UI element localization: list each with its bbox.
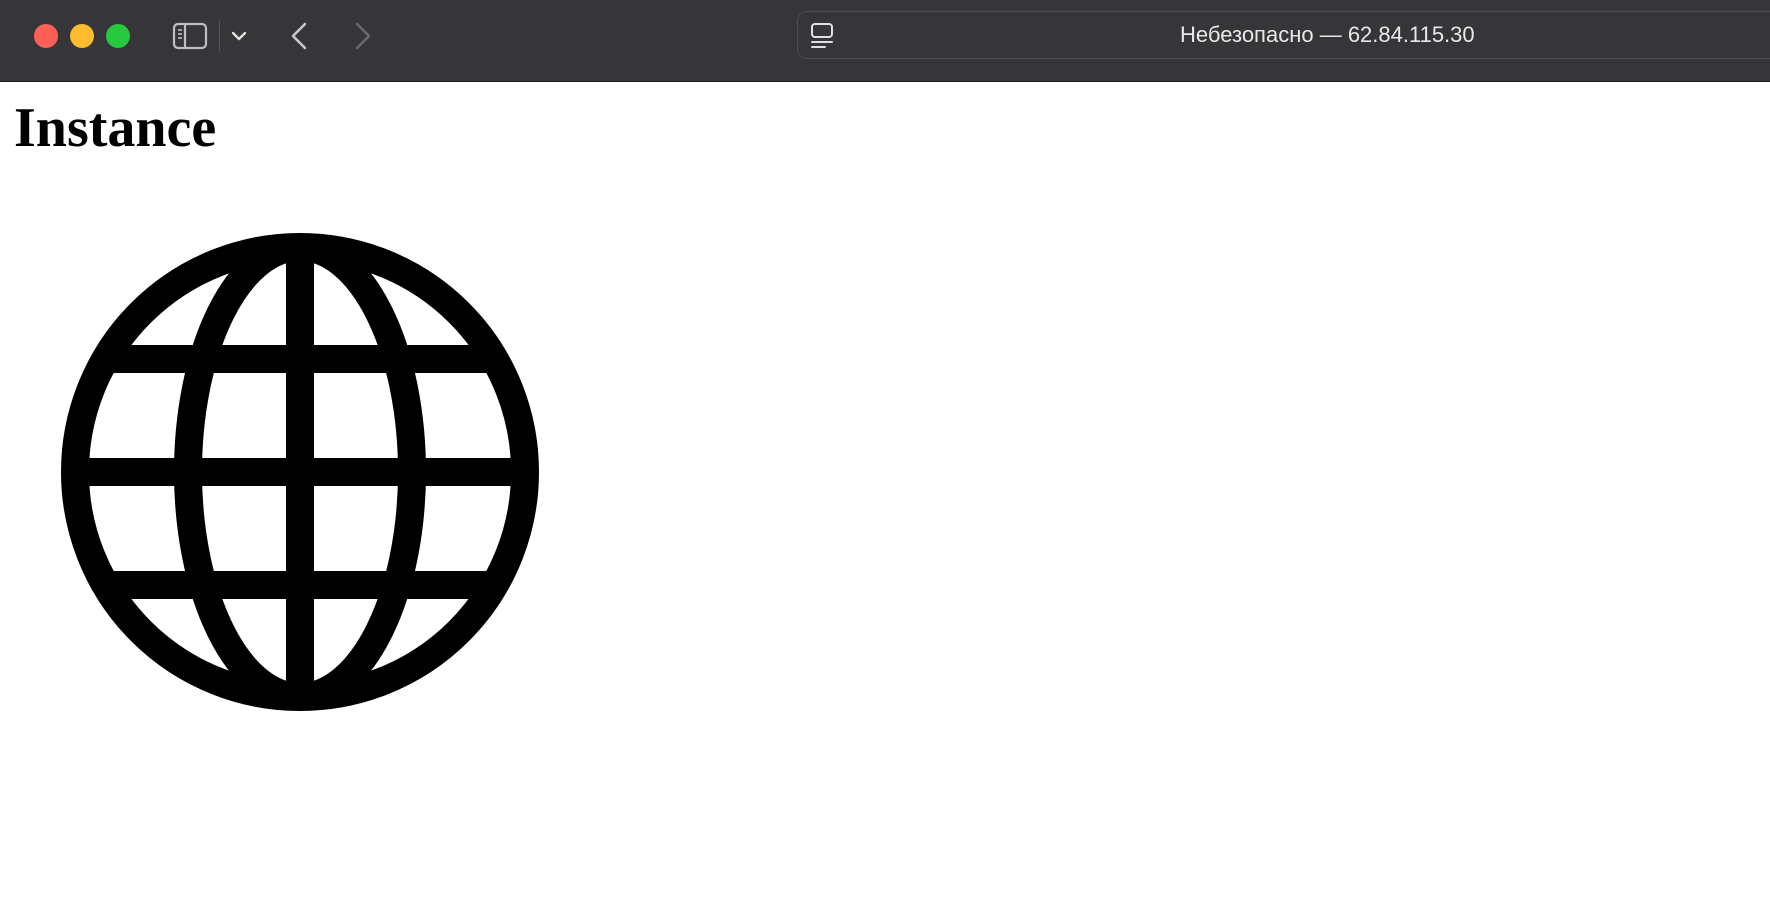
window-close-button[interactable] (34, 24, 58, 48)
window-zoom-button[interactable] (106, 24, 130, 48)
window-minimize-button[interactable] (70, 24, 94, 48)
address-bar[interactable]: Небезопасно — 62.84.115.30 (797, 11, 1770, 59)
page-title: Instance (14, 97, 217, 159)
globe-icon (61, 233, 539, 711)
toolbar-divider (219, 20, 220, 52)
forward-button[interactable] (348, 18, 378, 54)
chevron-down-icon (231, 31, 247, 41)
chevron-right-icon (355, 22, 371, 50)
address-text: Небезопасно — 62.84.115.30 (1180, 22, 1475, 47)
back-button[interactable] (284, 18, 314, 54)
chevron-left-icon (291, 22, 307, 50)
web-page: Instance (0, 82, 1770, 900)
sidebar-menu-button[interactable] (226, 18, 252, 54)
sidebar-icon (172, 22, 208, 50)
reader-mode-button[interactable] (806, 20, 838, 52)
reader-mode-icon (811, 23, 833, 48)
browser-toolbar: Небезопасно — 62.84.115.30 (0, 0, 1770, 82)
sidebar-toggle-button[interactable] (170, 18, 210, 54)
